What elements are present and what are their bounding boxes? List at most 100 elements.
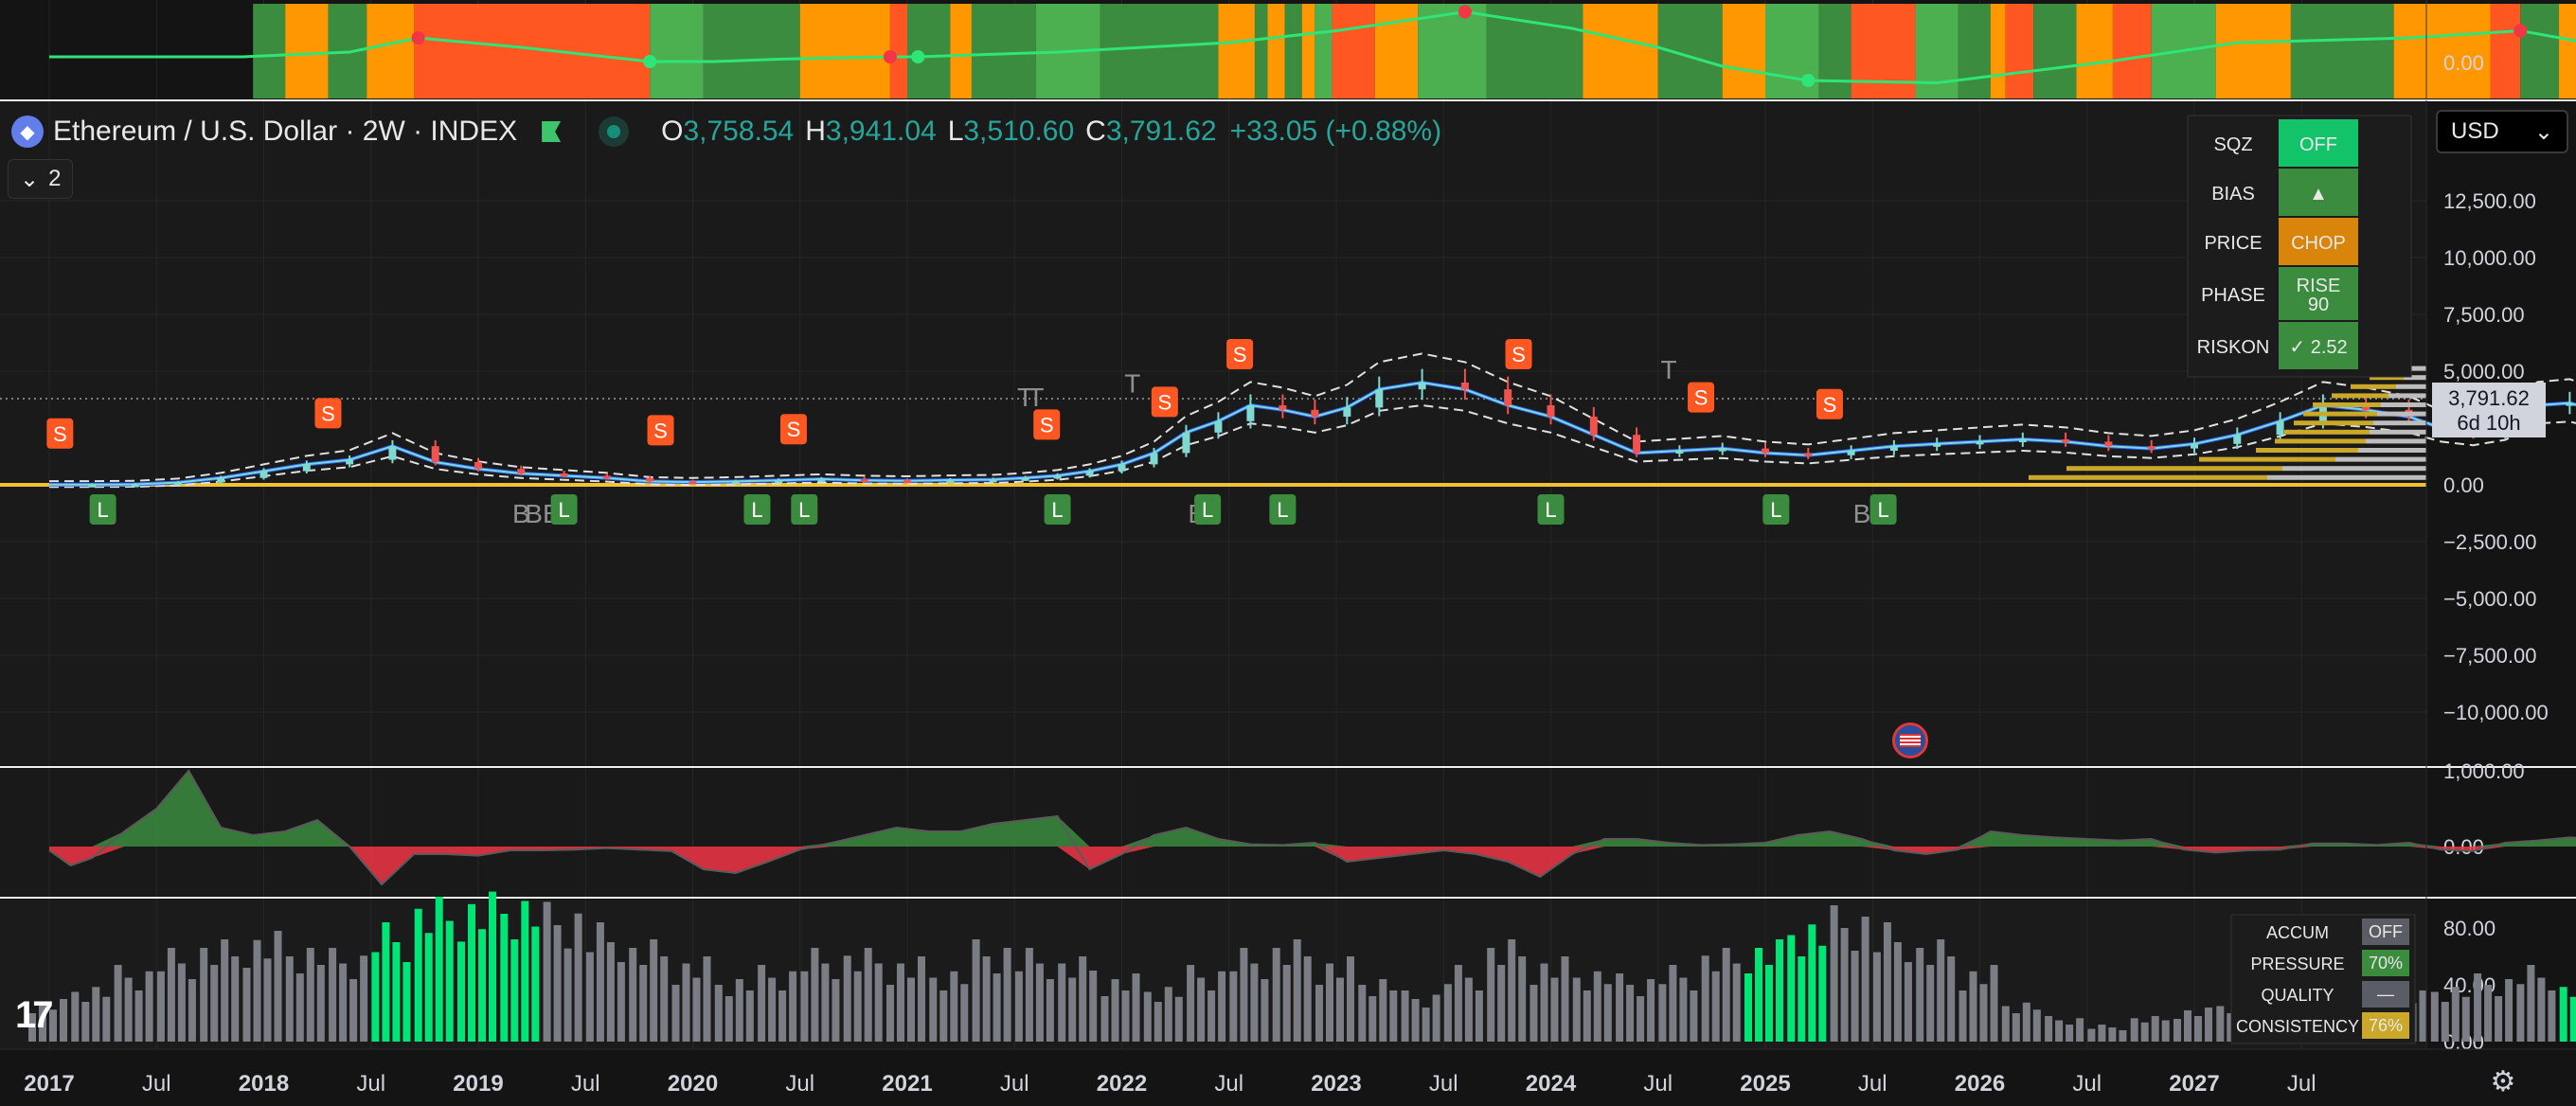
volume-bar [1904,962,1912,1042]
short-signal[interactable]: S [1688,382,1715,413]
long-signal[interactable]: L [1269,494,1297,525]
short-signal[interactable]: S [1816,388,1843,419]
long-signal[interactable]: L [1762,494,1790,525]
volume-bar [156,971,165,1042]
volume-bar [993,973,1001,1042]
chart-canvas[interactable]: 0.00 12,500.00 10,000.00 7,500.00 5,000.00 0.… [0,0,2576,1106]
long-signal[interactable]: L [1537,494,1565,525]
note-label: T [1028,383,1044,412]
regime-segment [2033,4,2077,98]
symbol-title[interactable]: Ethereum / U.S. Dollar · 2W · INDEX [53,116,517,148]
short-signal-text: S [1157,390,1172,414]
volume-bar [2076,1018,2084,1042]
volume-bar [1990,965,1998,1042]
volume-bar [1250,963,1259,1042]
volume-label: PRESSURE [2250,954,2344,973]
volume-bar [92,987,100,1042]
volume-bar [682,963,690,1042]
volume-bar [1916,948,1924,1042]
volume-bar [778,990,787,1042]
indicators-count: 2 [48,166,62,191]
regime-segment [1100,4,1219,98]
indicators-toggle[interactable]: ⌄ 2 [8,159,74,199]
volume-bar [960,984,969,1042]
regime-segment [2290,4,2394,98]
currency-select[interactable]: USD ⌄ [2436,110,2568,153]
market-status-icon[interactable] [599,116,630,147]
profile-bar [2275,438,2366,444]
regime-segment [650,4,704,98]
volume-value: OFF [2369,922,2403,941]
short-signal[interactable]: S [1033,409,1061,440]
candle-body [860,479,868,482]
short-signal[interactable]: S [647,415,674,446]
volume-bar [811,948,819,1042]
us-flag-event-icon[interactable] [1892,722,1928,758]
long-signal[interactable]: L [791,494,818,525]
short-signal-text: S [1823,393,1837,417]
volume-bar [918,956,925,1042]
candle-body [2104,441,2113,447]
volume-bar [1744,973,1752,1042]
volume-bar [188,979,196,1042]
volume-bar [2569,996,2576,1042]
volume-value: 70% [2369,954,2403,972]
volume-bar [1422,1008,1430,1042]
volume-bar [907,977,915,1042]
volume-bar [1100,996,1109,1042]
long-signal[interactable]: L [1194,494,1222,525]
regime-segment [2559,4,2576,98]
short-signal[interactable]: S [46,418,74,449]
long-signal[interactable]: L [1869,494,1897,525]
short-signal[interactable]: S [1151,386,1178,418]
volume-bar [2161,1020,2170,1042]
candle-body [946,479,955,483]
short-signal[interactable]: S [314,398,342,429]
long-signal[interactable]: L [89,494,116,525]
volume-bar [2012,1013,2020,1042]
short-signal-text: S [53,422,67,446]
candle-body [731,481,740,485]
volume-bar [972,939,980,1042]
volume-bar [263,958,272,1042]
volume-bar [392,942,401,1042]
volume-bar [853,971,862,1042]
price-tag-countdown: 6d 10h [2457,411,2520,435]
time-axis-label: 2024 [1526,1071,1577,1097]
long-signal[interactable]: L [550,494,578,525]
volume-bar [242,968,251,1042]
candle-body [2191,443,2198,449]
short-signal[interactable]: S [1505,339,1532,369]
short-signal[interactable]: S [1226,339,1254,369]
regime-marker [911,50,925,63]
candle-body [1547,405,1555,417]
volume-bar [1518,956,1527,1042]
tradingview-logo-icon[interactable]: 17 [15,994,76,1036]
volume-bar [1787,935,1796,1042]
price-axis-label: 7,500.00 [2443,303,2525,327]
flag-icon[interactable] [542,121,562,142]
volume-bar [2419,990,2427,1042]
volume-bar [768,977,777,1042]
profile-bar [2351,384,2396,389]
long-signal[interactable]: L [1044,494,1071,525]
volume-bar [864,948,872,1042]
volume-bar [2184,1010,2191,1042]
volume-bar [1830,905,1838,1042]
volume-bar [1443,984,1452,1042]
gear-icon[interactable]: ⚙ [2489,1068,2517,1097]
volume-bar [1475,990,1483,1042]
volume-bar [1336,977,1344,1042]
volume-bar [1979,984,1988,1042]
long-signal[interactable]: L [743,494,771,525]
volume-bar [2087,1028,2096,1042]
profile-bar [2366,438,2426,444]
volume-bar [1358,985,1367,1042]
volume-bar [1926,965,1935,1042]
short-signal[interactable]: S [779,414,807,445]
low-value: 3,510.60 [963,116,1075,147]
time-axis-label: Jul [1858,1071,1887,1097]
volume-bar [1937,939,1945,1042]
volume-bar [1464,977,1473,1042]
volume-bar [510,939,519,1042]
